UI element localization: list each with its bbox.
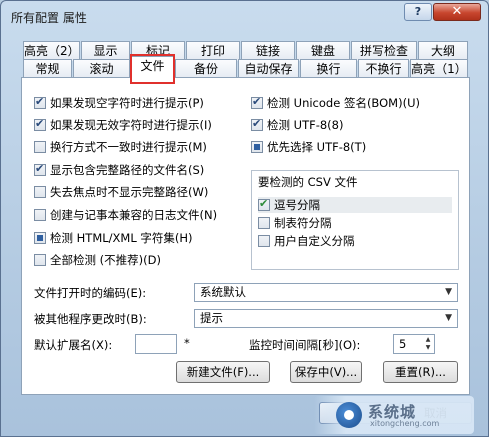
tab-highlight-1[interactable]: 高亮（1）	[410, 59, 468, 79]
site-watermark: 系统城 xitongcheng.com	[314, 396, 474, 434]
check-show-full-path[interactable]: 显示包含完整路径的文件名(S)	[34, 162, 204, 178]
check-label: 制表符分隔	[274, 216, 332, 230]
checkbox[interactable]	[34, 186, 46, 198]
tab-backup[interactable]: 备份	[175, 59, 237, 79]
tab-highlight-2[interactable]: 高亮（2）	[23, 41, 80, 61]
checkbox[interactable]	[34, 232, 46, 244]
csv-item-custom[interactable]: 用户自定义分隔	[258, 233, 355, 249]
check-label: 显示包含完整路径的文件名(S)	[50, 163, 205, 177]
check-label: 失去焦点时不显示完整路径(W)	[50, 185, 209, 199]
file-settings-panel: 如果发现空字符时进行提示(P) 如果发现无效字符时进行提示(I) 换行方式不一致…	[21, 77, 470, 395]
check-label: 如果发现空字符时进行提示(P)	[50, 96, 204, 110]
check-label: 换行方式不一致时进行提示(M)	[50, 140, 207, 154]
csv-groupbox: 要检测的 CSV 文件 逗号分隔 制表符分隔 用户自定义分隔	[251, 170, 459, 270]
check-null-char[interactable]: 如果发现空字符时进行提示(P)	[34, 95, 204, 111]
checkbox[interactable]	[258, 235, 270, 247]
reset-button[interactable]: 重置(R)...	[383, 361, 458, 383]
checkbox[interactable]	[34, 162, 46, 176]
monitor-value: 5	[399, 337, 407, 351]
checkbox[interactable]	[34, 95, 46, 109]
active-tab-highlight-box	[130, 54, 175, 84]
check-detect-bom[interactable]: 检测 Unicode 签名(BOM)(U)	[251, 95, 420, 111]
csv-item-comma[interactable]: 逗号分隔	[258, 197, 452, 213]
check-label: 检测 UTF-8(8)	[267, 118, 344, 132]
check-detect-all[interactable]: 全部检测 (不推荐)(D)	[34, 252, 161, 268]
ext-suffix: *	[184, 336, 190, 350]
check-prefer-utf8[interactable]: 优先选择 UTF-8(T)	[251, 139, 366, 155]
tab-scroll[interactable]: 滚动	[73, 59, 130, 79]
spin-up-icon[interactable]: ▲	[423, 336, 433, 344]
watermark-subtext: xitongcheng.com	[370, 419, 440, 428]
modified-value: 提示	[200, 311, 223, 325]
check-label: 优先选择 UTF-8(T)	[267, 140, 367, 154]
save-in-button[interactable]: 保存中(V)...	[290, 361, 362, 383]
encoding-select[interactable]: 系统默认 ▼	[194, 283, 458, 302]
checkbox[interactable]	[251, 95, 263, 109]
check-label: 用户自定义分隔	[274, 234, 355, 248]
checkbox[interactable]	[251, 117, 263, 131]
check-label: 逗号分隔	[274, 198, 320, 212]
watermark-logo-icon	[336, 402, 362, 428]
tab-outline[interactable]: 大纲	[418, 41, 468, 61]
tab-autosave[interactable]: 自动保存	[238, 59, 299, 79]
tab-general[interactable]: 常规	[23, 59, 72, 79]
checkbox[interactable]	[251, 141, 263, 153]
tab-spellcheck[interactable]: 拼写检查	[351, 41, 417, 61]
new-file-button[interactable]: 新建文件(F)...	[176, 361, 270, 383]
checkbox[interactable]	[258, 217, 270, 229]
tab-display[interactable]: 显示	[81, 41, 130, 61]
modified-label: 被其他程序更改时(B):	[34, 312, 147, 326]
ext-input[interactable]	[135, 334, 177, 354]
tab-keyboard[interactable]: 键盘	[296, 41, 350, 61]
check-label: 检测 Unicode 签名(BOM)(U)	[267, 96, 420, 110]
help-button[interactable]: ?	[404, 3, 432, 21]
csv-item-tab[interactable]: 制表符分隔	[258, 215, 332, 231]
checkbox[interactable]	[258, 197, 270, 211]
monitor-interval-stepper[interactable]: 5 ▲ ▼	[393, 334, 435, 354]
checkbox[interactable]	[34, 254, 46, 266]
window-title: 所有配置 属性	[11, 11, 87, 25]
check-linebreak-mismatch[interactable]: 换行方式不一致时进行提示(M)	[34, 139, 207, 155]
check-detect-html-charset[interactable]: 检测 HTML/XML 字符集(H)	[34, 230, 193, 246]
csv-group-title: 要检测的 CSV 文件	[258, 175, 358, 189]
checkbox[interactable]	[34, 141, 46, 153]
spin-down-icon[interactable]: ▼	[423, 344, 433, 352]
check-invalid-char[interactable]: 如果发现无效字符时进行提示(I)	[34, 117, 212, 133]
check-label: 如果发现无效字符时进行提示(I)	[50, 118, 212, 132]
check-label: 全部检测 (不推荐)(D)	[50, 253, 161, 267]
check-label: 创建与记事本兼容的日志文件(N)	[50, 208, 218, 222]
monitor-label: 监控时间间隔[秒](O):	[249, 338, 361, 352]
check-detect-utf8[interactable]: 检测 UTF-8(8)	[251, 117, 343, 133]
tab-print[interactable]: 打印	[186, 41, 240, 61]
tab-link[interactable]: 链接	[241, 41, 295, 61]
tab-nowrap[interactable]: 不换行	[358, 59, 409, 79]
encoding-label: 文件打开时的编码(E):	[34, 286, 147, 300]
tab-wrap[interactable]: 换行	[300, 59, 357, 79]
checkbox[interactable]	[34, 117, 46, 131]
close-button[interactable]: ✕	[433, 3, 481, 21]
check-hide-path-unfocused[interactable]: 失去焦点时不显示完整路径(W)	[34, 184, 208, 200]
chevron-down-icon: ▼	[445, 287, 452, 297]
check-label: 检测 HTML/XML 字符集(H)	[50, 231, 193, 245]
modified-select[interactable]: 提示 ▼	[194, 309, 458, 328]
checkbox[interactable]	[34, 209, 46, 221]
properties-dialog: 所有配置 属性 ? ✕ 高亮（2） 显示 标记 打印 链接 键盘 拼写检查 大纲…	[0, 0, 489, 437]
title-bar: 所有配置 属性 ? ✕	[1, 1, 488, 31]
check-notepad-log[interactable]: 创建与记事本兼容的日志文件(N)	[34, 207, 217, 223]
ext-label: 默认扩展名(X):	[34, 338, 113, 352]
chevron-down-icon: ▼	[445, 313, 452, 323]
encoding-value: 系统默认	[200, 285, 246, 299]
